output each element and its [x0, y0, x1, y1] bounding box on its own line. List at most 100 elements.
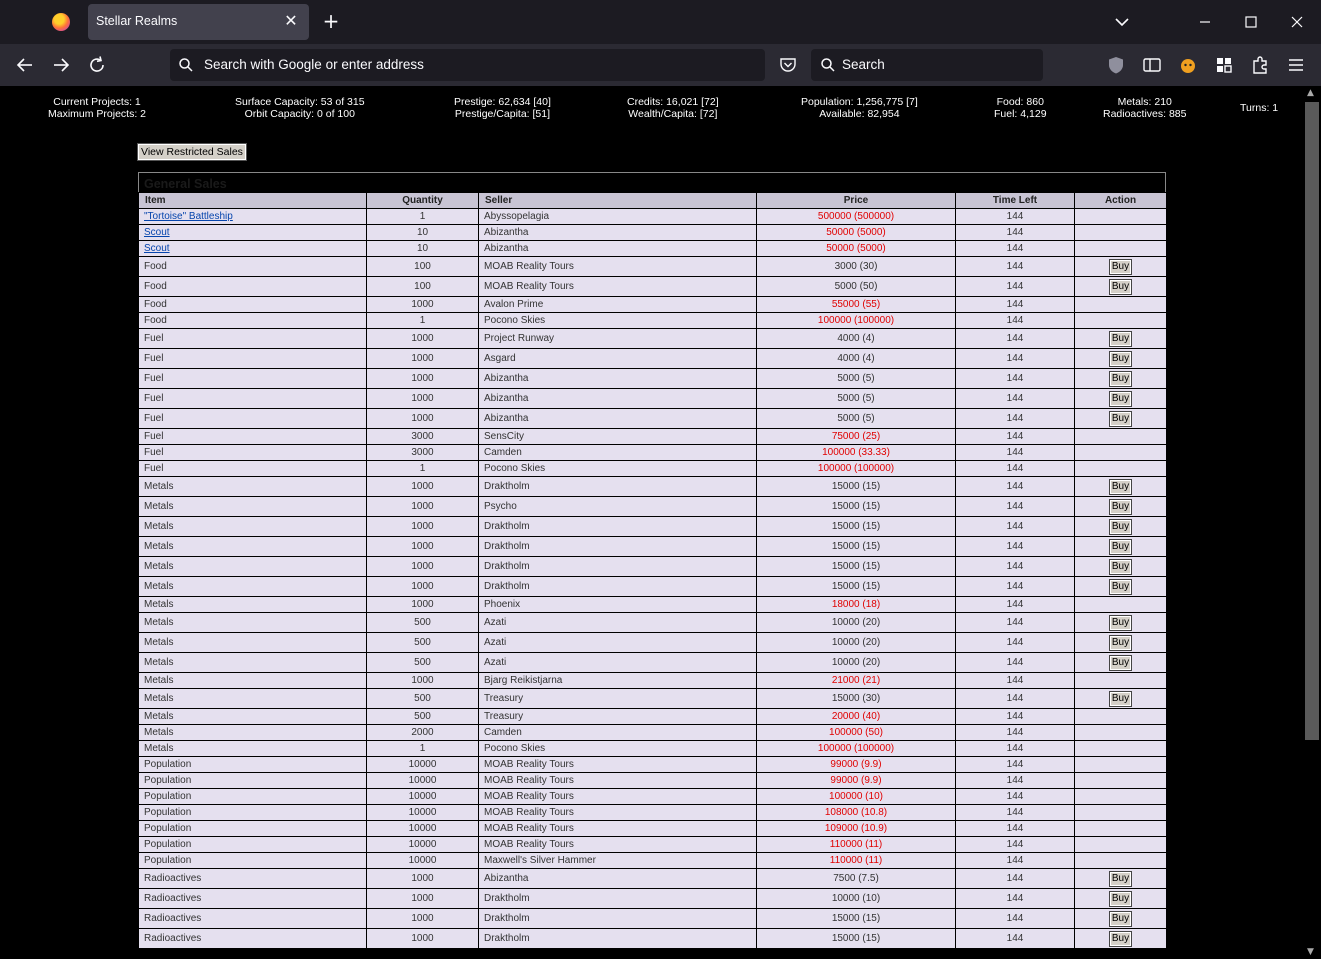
quantity-cell: 10000: [366, 804, 479, 821]
close-tab-icon[interactable]: ✕: [281, 11, 301, 31]
firefox-icon[interactable]: [52, 13, 70, 31]
buy-button[interactable]: Buy: [1108, 538, 1133, 555]
buy-button[interactable]: Buy: [1108, 558, 1133, 575]
action-cell: Buy: [1074, 576, 1167, 597]
item-cell: Fuel: [138, 408, 367, 429]
item-cell: Metals: [138, 688, 367, 709]
table-row: Metals 1000 Draktholm 15000 (15) 144 Buy: [138, 476, 1167, 497]
seller-cell: Pocono Skies: [478, 740, 757, 757]
buy-button[interactable]: Buy: [1108, 614, 1133, 631]
action-cell: [1074, 672, 1167, 689]
buy-button[interactable]: Buy: [1108, 890, 1133, 907]
back-icon[interactable]: [13, 53, 37, 77]
action-cell: Buy: [1074, 476, 1167, 497]
buy-button[interactable]: Buy: [1108, 498, 1133, 515]
seller-cell: MOAB Reality Tours: [478, 788, 757, 805]
address-bar[interactable]: Search with Google or enter address: [170, 49, 765, 81]
item-cell: Fuel: [138, 460, 367, 477]
prestige: Prestige: 62,634 [40]: [454, 96, 551, 108]
price-cell: 110000 (11): [756, 836, 956, 853]
price-cell: 5000 (5): [756, 368, 956, 389]
price-cell: 100000 (100000): [756, 312, 956, 329]
buy-button[interactable]: Buy: [1108, 330, 1133, 347]
search-bar[interactable]: Search: [811, 49, 1043, 81]
puzzle-extensions-icon[interactable]: [1249, 54, 1271, 76]
quantity-cell: 1000: [366, 368, 479, 389]
buy-button[interactable]: Buy: [1108, 578, 1133, 595]
seller-cell: Draktholm: [478, 536, 757, 557]
forward-icon[interactable]: [49, 53, 73, 77]
item-link[interactable]: Scout: [144, 227, 170, 238]
view-restricted-sales-button[interactable]: View Restricted Sales: [137, 143, 247, 161]
seller-cell: Draktholm: [478, 516, 757, 537]
buy-button[interactable]: Buy: [1108, 634, 1133, 651]
maximize-icon[interactable]: [1239, 10, 1263, 34]
quantity-cell: 1000: [366, 576, 479, 597]
quantity-cell: 10000: [366, 772, 479, 789]
seller-cell: Pocono Skies: [478, 312, 757, 329]
buy-button[interactable]: Buy: [1108, 370, 1133, 387]
pocket-icon[interactable]: [777, 54, 799, 76]
table-row: Food 1 Pocono Skies 100000 (100000) 144: [138, 312, 1167, 329]
item-cell: Radioactives: [138, 908, 367, 929]
time-left-cell: 144: [955, 612, 1075, 633]
quantity-cell: 10000: [366, 788, 479, 805]
buy-button[interactable]: Buy: [1108, 690, 1133, 707]
new-tab-icon[interactable]: +: [320, 10, 342, 32]
price-cell: 4000 (4): [756, 348, 956, 369]
buy-button[interactable]: Buy: [1108, 390, 1133, 407]
sidebar-icon[interactable]: [1141, 54, 1163, 76]
item-link[interactable]: "Tortoise" Battleship: [144, 211, 233, 222]
extension-face-icon[interactable]: [1177, 54, 1199, 76]
quantity-cell: 1000: [366, 908, 479, 929]
seller-cell: Psycho: [478, 496, 757, 517]
time-left-cell: 144: [955, 240, 1075, 257]
sales-table: Item Quantity Seller Price Time Left Act…: [138, 192, 1167, 949]
close-window-icon[interactable]: [1285, 10, 1309, 34]
ublock-shield-icon[interactable]: [1105, 54, 1127, 76]
item-link[interactable]: Scout: [144, 243, 170, 254]
time-left-cell: 144: [955, 388, 1075, 409]
buy-button[interactable]: Buy: [1108, 930, 1133, 947]
menu-icon[interactable]: [1285, 54, 1307, 76]
buy-button[interactable]: Buy: [1108, 478, 1133, 495]
table-row: Food 100 MOAB Reality Tours 3000 (30) 144 Buy: [138, 256, 1167, 277]
action-cell: Buy: [1074, 388, 1167, 409]
price-cell: 5000 (5): [756, 388, 956, 409]
item-cell: Fuel: [138, 328, 367, 349]
price-cell: 18000 (18): [756, 596, 956, 613]
buy-button[interactable]: Buy: [1108, 870, 1133, 887]
item-cell: Metals: [138, 536, 367, 557]
table-row: Population 10000 MOAB Reality Tours 100000 …: [138, 788, 1167, 805]
minimize-icon[interactable]: [1193, 10, 1217, 34]
extensions-grid-icon[interactable]: [1213, 54, 1235, 76]
credits: Credits: 16,021 [72]: [627, 96, 719, 108]
time-left-cell: 144: [955, 688, 1075, 709]
reload-icon[interactable]: [85, 53, 109, 77]
buy-button[interactable]: Buy: [1108, 654, 1133, 671]
food: Food: 860: [996, 96, 1044, 108]
buy-button[interactable]: Buy: [1108, 910, 1133, 927]
price-cell: 15000 (15): [756, 576, 956, 597]
item-cell: Population: [138, 756, 367, 773]
seller-cell: Abizantha: [478, 868, 757, 889]
buy-button[interactable]: Buy: [1108, 350, 1133, 367]
time-left-cell: 144: [955, 224, 1075, 241]
tab-stellar-realms[interactable]: Stellar Realms ✕: [88, 4, 309, 40]
page-scrollbar[interactable]: ▲ ▼: [1303, 86, 1321, 959]
table-row: Radioactives 1000 Draktholm 15000 (15) 144 Bu…: [138, 908, 1167, 929]
buy-button[interactable]: Buy: [1108, 258, 1133, 275]
buy-button[interactable]: Buy: [1108, 278, 1133, 295]
scroll-down-icon[interactable]: ▼: [1307, 947, 1314, 957]
scroll-up-icon[interactable]: ▲: [1307, 88, 1314, 98]
scrollbar-thumb[interactable]: [1305, 102, 1319, 740]
time-left-cell: 144: [955, 296, 1075, 313]
quantity-cell: 1000: [366, 928, 479, 949]
list-all-tabs-icon[interactable]: [1110, 12, 1134, 32]
buy-button[interactable]: Buy: [1108, 518, 1133, 535]
item-cell: Population: [138, 852, 367, 869]
item-cell: Fuel: [138, 348, 367, 369]
action-cell: [1074, 240, 1167, 257]
buy-button[interactable]: Buy: [1108, 410, 1133, 427]
general-sales-title: General Sales: [144, 177, 227, 191]
